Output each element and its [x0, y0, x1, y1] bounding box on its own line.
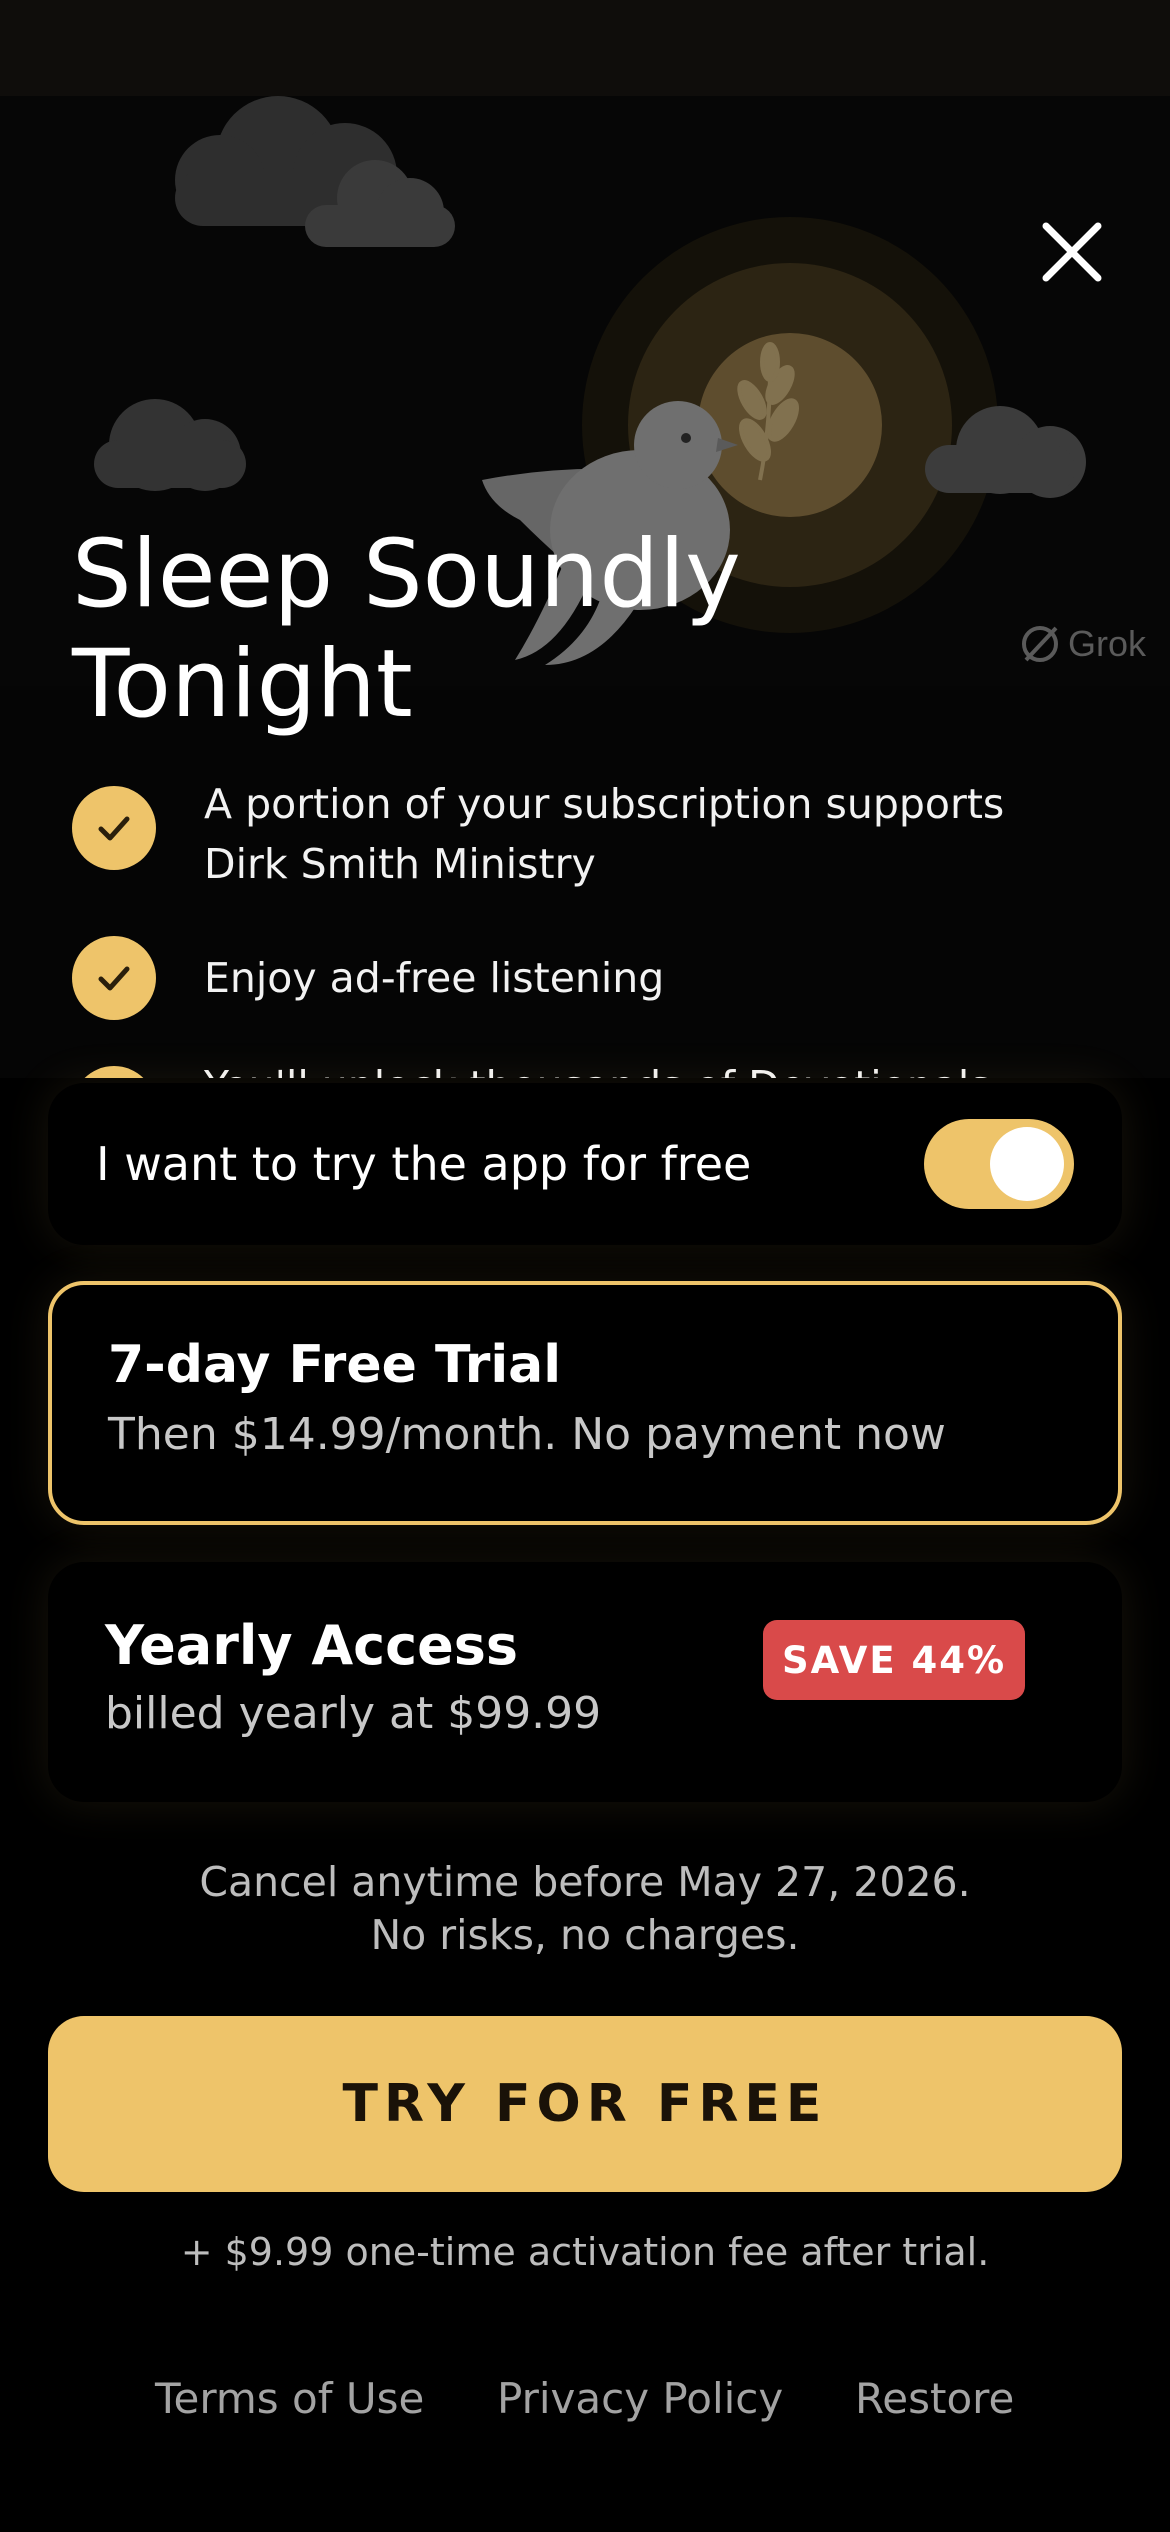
- checkmark-icon: [72, 1066, 156, 1078]
- checkmark-icon: [72, 936, 156, 1020]
- switch-knob: [990, 1127, 1064, 1201]
- benefit-item: Enjoy ad-free listening: [72, 936, 1084, 1020]
- benefit-item: A portion of your subscription supports …: [72, 780, 1084, 894]
- activation-fee-note: + $9.99 one-time activation fee after tr…: [180, 2230, 990, 2274]
- benefit-item: You'll unlock thousands of Devotionals: [72, 1062, 1084, 1078]
- cancel-note-line-1: Cancel anytime before May 27, 2026.: [199, 1858, 971, 1906]
- title-line-2: Tonight: [72, 630, 413, 739]
- close-icon: [1042, 222, 1102, 282]
- terms-of-use-link[interactable]: Terms of Use: [155, 2374, 424, 2423]
- plan-title: 7-day Free Trial: [108, 1335, 562, 1395]
- grok-logo-icon: [1022, 626, 1058, 662]
- watermark-text: Grok: [1068, 623, 1147, 664]
- paywall-screen: Grok Sleep Soundly Tonight A portion of …: [0, 0, 1170, 2532]
- benefit-line: A portion of your subscription supports: [204, 780, 1005, 828]
- cloud-icon: [94, 399, 246, 491]
- benefit-line: Dirk Smith Ministry: [204, 840, 596, 888]
- plan-option-yearly[interactable]: Yearly Access billed yearly at $99.99 SA…: [48, 1562, 1122, 1802]
- benefit-text: Enjoy ad-free listening: [204, 954, 665, 1002]
- plan-title: Yearly Access: [105, 1614, 519, 1677]
- free-trial-toggle-label: I want to try the app for free: [96, 1137, 752, 1191]
- privacy-policy-link[interactable]: Privacy Policy: [497, 2374, 783, 2423]
- free-trial-switch[interactable]: [924, 1119, 1074, 1209]
- plan-subtitle: Then $14.99/month. No payment now: [108, 1409, 946, 1460]
- plan-subtitle: billed yearly at $99.99: [105, 1688, 602, 1739]
- plan-option-free-trial[interactable]: 7-day Free Trial Then $14.99/month. No p…: [48, 1281, 1122, 1525]
- cancel-note: Cancel anytime before May 27, 2026. No r…: [0, 1856, 1170, 1962]
- page-title: Sleep Soundly Tonight: [72, 520, 972, 740]
- checkmark-icon: [72, 786, 156, 870]
- benefit-text: You'll unlock thousands of Devotionals: [204, 1056, 1084, 1078]
- close-button[interactable]: [1030, 210, 1114, 294]
- grok-watermark: Grok: [1018, 622, 1146, 666]
- restore-link[interactable]: Restore: [855, 2374, 1014, 2423]
- cancel-note-line-2: No risks, no charges.: [370, 1911, 800, 1959]
- title-line-1: Sleep Soundly: [72, 520, 741, 629]
- try-for-free-button[interactable]: TRY FOR FREE: [48, 2016, 1122, 2192]
- hero-section: Grok Sleep Soundly Tonight A portion of …: [0, 0, 1170, 1078]
- benefit-text: A portion of your subscription supports …: [204, 774, 1084, 894]
- save-badge: SAVE 44%: [763, 1620, 1025, 1700]
- free-trial-toggle-row[interactable]: I want to try the app for free: [48, 1083, 1122, 1245]
